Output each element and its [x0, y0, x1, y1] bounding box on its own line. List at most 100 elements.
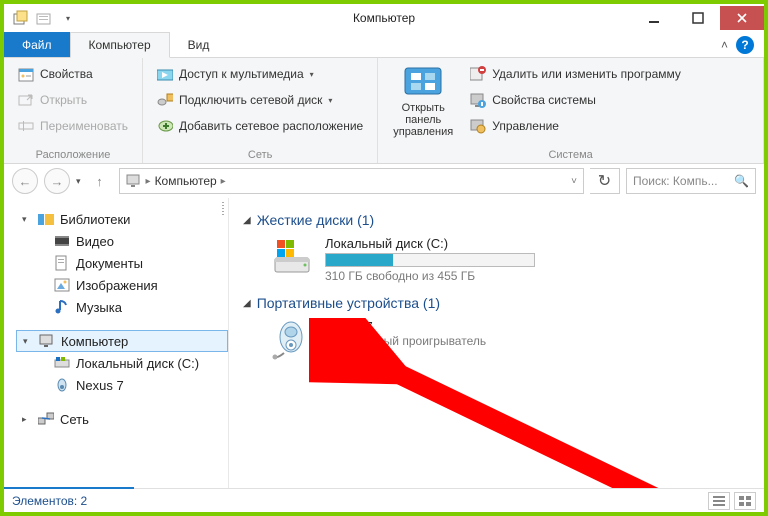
history-dropdown-icon[interactable]: ▾	[76, 176, 81, 187]
add-location-icon	[157, 118, 173, 134]
search-input[interactable]: Поиск: Компь... 🔍	[626, 168, 756, 194]
refresh-button[interactable]: ↻	[590, 168, 620, 194]
sys-props-label: Свойства системы	[492, 93, 596, 107]
qat-newfolder-icon[interactable]	[34, 8, 54, 28]
disk-free-text: 310 ГБ свободно из 455 ГБ	[325, 269, 535, 283]
map-drive-button[interactable]: Подключить сетевой диск ▾	[153, 88, 367, 112]
properties-label: Свойства	[40, 67, 93, 81]
ribbon-collapse-icon[interactable]: ˄	[721, 38, 728, 52]
view-details-button[interactable]	[708, 492, 730, 510]
tab-file[interactable]: Файл	[4, 32, 70, 57]
properties-button[interactable]: Свойства	[14, 62, 132, 86]
maximize-button[interactable]	[676, 6, 720, 30]
body: ▾ Библиотеки Видео Документы Изображения…	[4, 198, 764, 488]
qat-properties-icon[interactable]	[10, 8, 30, 28]
search-icon: 🔍	[734, 174, 749, 188]
video-icon	[54, 233, 70, 249]
device-sub: Портативный проигрыватель	[325, 334, 486, 348]
map-drive-icon	[157, 92, 173, 108]
pictures-label: Изображения	[76, 278, 158, 293]
control-panel-icon	[403, 66, 443, 98]
add-location-button[interactable]: Добавить сетевое расположение	[153, 114, 367, 138]
manage-button[interactable]: Управление	[466, 114, 685, 138]
disk-icon	[271, 236, 313, 278]
expand-icon[interactable]: ▾	[22, 214, 32, 225]
player-icon	[271, 319, 313, 361]
group-location-label: Расположение	[14, 147, 132, 161]
sidebar-resize-handle[interactable]	[220, 198, 228, 488]
sidebar-item-computer[interactable]: ▾ Компьютер	[16, 330, 228, 352]
uninstall-icon	[470, 66, 486, 82]
sys-props-icon	[470, 92, 486, 108]
nav-row: ← → ▾ ↑ ▸ Компьютер ▸ ˅ ↻ Поиск: Компь..…	[4, 164, 764, 198]
network-icon	[38, 411, 54, 427]
map-drive-label: Подключить сетевой диск	[179, 93, 322, 107]
breadcrumb-item[interactable]: Компьютер	[155, 174, 217, 188]
group-system: Открыть панель управления Удалить или из…	[378, 58, 764, 163]
group-location: Свойства Открыть Переименовать Расположе…	[4, 58, 143, 163]
status-count: Элементов: 2	[12, 494, 87, 508]
minimize-button[interactable]	[632, 6, 676, 30]
media-access-button[interactable]: Доступ к мультимедиа ▾	[153, 62, 367, 86]
tab-computer[interactable]: Компьютер	[70, 32, 170, 58]
main-pane: ◢ Жесткие диски (1) Локальный диск (C:) …	[229, 198, 764, 488]
control-panel-label: Открыть панель управления	[388, 102, 458, 138]
portable-heading[interactable]: ◢ Портативные устройства (1)	[243, 295, 750, 311]
group-system-label: Система	[388, 147, 753, 161]
nexus-label: Nexus 7	[76, 378, 124, 393]
device-icon	[54, 377, 70, 393]
libraries-label: Библиотеки	[60, 212, 130, 227]
music-label: Музыка	[76, 300, 122, 315]
computer-icon	[39, 333, 55, 349]
nexus-entry[interactable]: Nexus 7 Портативный проигрыватель	[271, 319, 750, 361]
computer-icon	[126, 173, 142, 189]
sidebar-item-music[interactable]: Музыка	[16, 296, 228, 318]
rename-label: Переименовать	[40, 119, 128, 133]
chevron-down-icon: ▾	[328, 96, 332, 105]
chevron-right-icon[interactable]: ▸	[221, 176, 226, 187]
ribbon: Свойства Открыть Переименовать Расположе…	[4, 58, 764, 164]
collapse-icon[interactable]: ◢	[243, 215, 251, 226]
hard-disks-heading[interactable]: ◢ Жесткие диски (1)	[243, 212, 750, 228]
disk-c-entry[interactable]: Локальный диск (C:) 310 ГБ свободно из 4…	[271, 236, 750, 283]
music-icon	[54, 299, 70, 315]
computer-label: Компьютер	[61, 334, 128, 349]
collapse-icon[interactable]: ◢	[243, 298, 251, 309]
window-title: Компьютер	[353, 11, 415, 25]
expand-icon[interactable]: ▾	[23, 336, 33, 347]
sidebar-item-disk-c[interactable]: Локальный диск (C:)	[16, 352, 228, 374]
back-button[interactable]: ←	[12, 168, 38, 194]
rename-icon	[18, 118, 34, 134]
sidebar: ▾ Библиотеки Видео Документы Изображения…	[4, 198, 229, 488]
view-icons-button[interactable]	[734, 492, 756, 510]
pictures-icon	[54, 277, 70, 293]
sidebar-item-documents[interactable]: Документы	[16, 252, 228, 274]
quick-access-toolbar: ▾	[4, 8, 78, 28]
uninstall-button[interactable]: Удалить или изменить программу	[466, 62, 685, 86]
help-icon[interactable]: ?	[736, 36, 754, 54]
chevron-down-icon[interactable]: ˅	[571, 176, 577, 187]
breadcrumb[interactable]: ▸ Компьютер ▸ ˅	[119, 168, 584, 194]
up-button[interactable]: ↑	[87, 168, 113, 194]
close-button[interactable]	[720, 6, 764, 30]
chevron-right-icon[interactable]: ▸	[146, 176, 151, 187]
documents-label: Документы	[76, 256, 143, 271]
sidebar-item-nexus[interactable]: Nexus 7	[16, 374, 228, 396]
open-label: Открыть	[40, 93, 87, 107]
sidebar-item-libraries[interactable]: ▾ Библиотеки	[16, 208, 228, 230]
device-name: Nexus 7	[325, 319, 486, 334]
expand-icon[interactable]: ▸	[22, 414, 32, 425]
sidebar-item-video[interactable]: Видео	[16, 230, 228, 252]
control-panel-button[interactable]: Открыть панель управления	[388, 62, 458, 147]
uninstall-label: Удалить или изменить программу	[492, 67, 681, 81]
tab-view[interactable]: Вид	[170, 32, 228, 57]
sidebar-item-pictures[interactable]: Изображения	[16, 274, 228, 296]
sys-props-button[interactable]: Свойства системы	[466, 88, 685, 112]
sidebar-item-network[interactable]: ▸ Сеть	[16, 408, 228, 430]
qat-dropdown-icon[interactable]: ▾	[58, 8, 78, 28]
add-location-label: Добавить сетевое расположение	[179, 119, 363, 133]
network-label: Сеть	[60, 412, 89, 427]
portable-label: Портативные устройства (1)	[257, 295, 440, 311]
forward-button[interactable]: →	[44, 168, 70, 194]
documents-icon	[54, 255, 70, 271]
